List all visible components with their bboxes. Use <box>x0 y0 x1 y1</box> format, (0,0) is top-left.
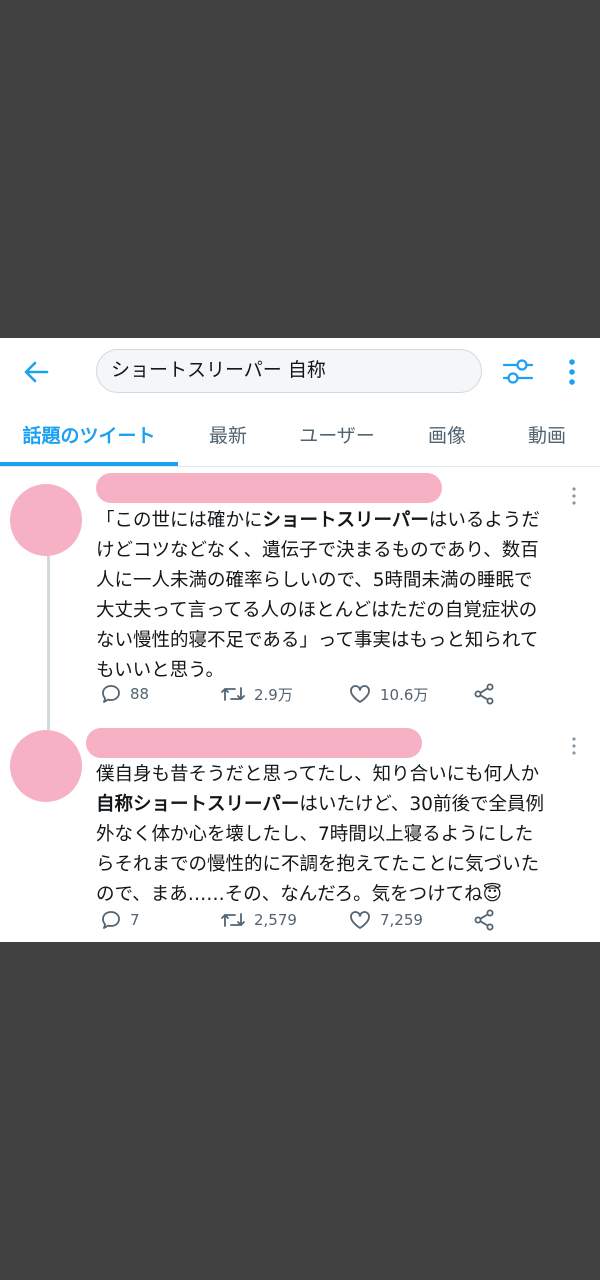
tweet-line: けどコツなどなく、遺伝子で決まるものであり、数百 <box>96 540 539 561</box>
tab-images[interactable]: 画像 <box>416 408 478 466</box>
retweet-icon <box>221 913 245 927</box>
tweet-line: 外なく体か心を壊したし、7時間以上寝るようにした <box>96 824 534 845</box>
avatar-redacted[interactable] <box>10 730 82 802</box>
tab-users[interactable]: ユーザー <box>284 408 390 466</box>
highlighted-keyword: ショートスリーパー <box>262 510 429 531</box>
tab-latest[interactable]: 最新 <box>198 408 258 466</box>
reply-count: 7 <box>130 911 140 929</box>
top-bar: ショートスリーパー 自称 <box>0 338 600 404</box>
reply-icon <box>102 911 120 929</box>
text-span: はいるようだ <box>428 510 540 531</box>
share-icon <box>474 683 494 705</box>
tweet-line: ない慢性的寝不足である」って事実はもっと知られて <box>96 630 539 651</box>
reply-button[interactable]: 88 <box>100 679 149 709</box>
retweet-button[interactable]: 2.9万 <box>220 679 293 709</box>
like-count: 10.6万 <box>380 685 429 704</box>
tab-top-tweets[interactable]: 話題のツイート <box>0 408 178 466</box>
search-input[interactable]: ショートスリーパー 自称 <box>96 349 482 393</box>
retweet-icon <box>221 687 245 701</box>
like-count: 7,259 <box>380 911 423 929</box>
text-span: 「この世には確かに <box>96 510 263 531</box>
tweet-actions: 7 2,579 7,259 <box>96 905 586 935</box>
reply-button[interactable]: 7 <box>100 905 140 935</box>
active-tab-indicator <box>0 462 178 466</box>
back-arrow-icon[interactable] <box>20 356 52 388</box>
retweet-count: 2,579 <box>254 911 297 929</box>
reply-count: 88 <box>130 685 150 703</box>
chevron-down-icon[interactable] <box>570 486 578 506</box>
like-button[interactable]: 10.6万 <box>348 679 428 709</box>
reply-icon <box>102 685 120 703</box>
avatar-redacted[interactable] <box>10 484 82 556</box>
tab-bar: 話題のツイート 最新 ユーザー 画像 動画 <box>0 408 600 467</box>
tweet-line: 人に一人未満の確率らしいので、5時間未満の睡眠で <box>96 570 533 591</box>
twitter-search-screen: ショートスリーパー 自称 話題のツイート 最新 ユーザー 画像 動画 「この世に… <box>0 338 600 942</box>
like-icon <box>350 685 370 703</box>
chevron-down-icon[interactable] <box>570 736 578 756</box>
share-button[interactable] <box>472 679 504 709</box>
tweet-line: 僕自身も昔そうだと思ってたし、知り合いにも何人か <box>96 764 540 785</box>
text-span: はいたけど、30前後で全員例 <box>299 794 544 815</box>
tweet-line: 自称ショートスリーパーはいたけど、30前後で全員例 <box>96 790 586 820</box>
tweet-line: らそれまでの慢性的に不調を抱えてたことに気づいた <box>96 854 540 875</box>
highlighted-keyword: 自称ショートスリーパー <box>96 794 300 815</box>
more-vertical-icon[interactable] <box>560 356 584 388</box>
retweet-count: 2.9万 <box>254 685 293 704</box>
share-button[interactable] <box>472 905 504 935</box>
filter-icon[interactable] <box>500 354 536 390</box>
tweet-text: 「この世には確かにショートスリーパーはいるようだ けどコツなどなく、遺伝子で決ま… <box>96 506 586 686</box>
user-name-redacted <box>86 728 422 758</box>
tweet-line: 「この世には確かにショートスリーパーはいるようだ <box>96 506 586 536</box>
tab-videos[interactable]: 動画 <box>516 408 578 466</box>
tweet-text: 僕自身も昔そうだと思ってたし、知り合いにも何人か 自称ショートスリーパーはいたけ… <box>96 760 586 910</box>
tweet-line: 大丈夫って言ってる人のほとんどはただの自覚症状の <box>96 600 538 621</box>
thread-line <box>47 550 50 730</box>
share-icon <box>474 909 494 931</box>
tweet-actions: 88 2.9万 10.6万 <box>96 679 586 709</box>
user-name-redacted <box>96 473 442 503</box>
retweet-button[interactable]: 2,579 <box>220 905 297 935</box>
like-icon <box>350 911 370 929</box>
like-button[interactable]: 7,259 <box>348 905 423 935</box>
